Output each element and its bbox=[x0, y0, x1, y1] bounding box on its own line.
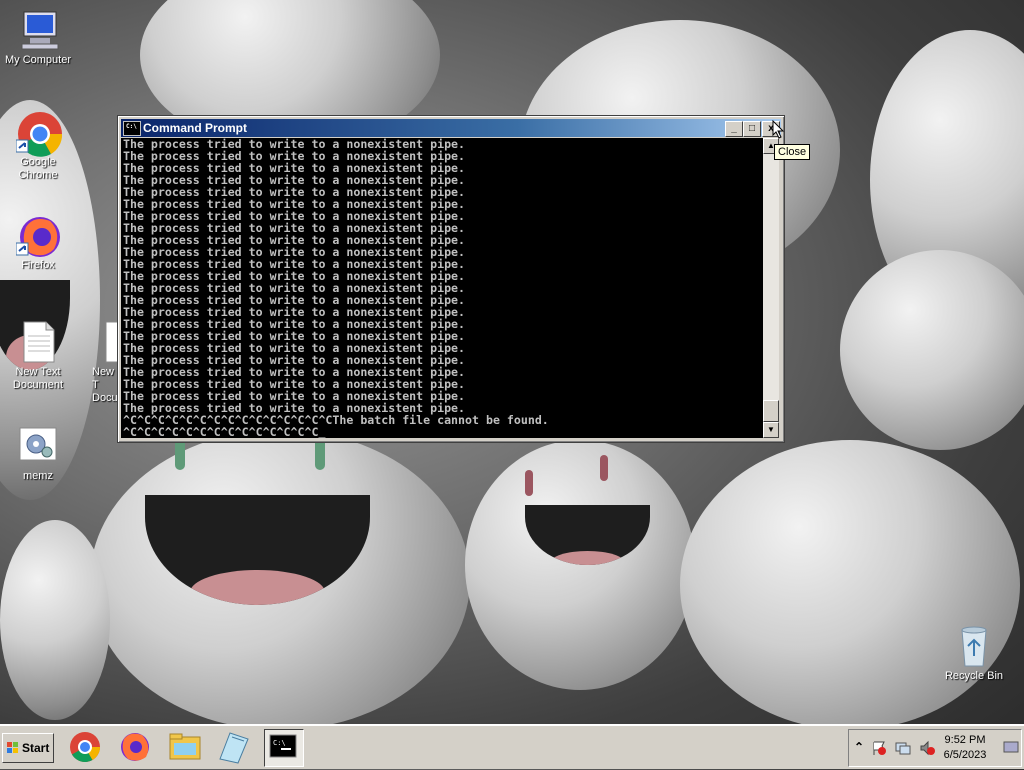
close-tooltip: Close bbox=[774, 144, 811, 160]
taskbar-firefox-icon[interactable] bbox=[116, 729, 154, 765]
minimize-button[interactable]: _ bbox=[725, 121, 743, 137]
start-button[interactable]: Start bbox=[2, 733, 54, 763]
recycle-bin-icon bbox=[952, 624, 996, 668]
window-titlebar[interactable]: C:\ Command Prompt _ □ x bbox=[121, 119, 781, 137]
vertical-scrollbar[interactable]: ▲ ▼ bbox=[763, 138, 779, 438]
maximize-button[interactable]: □ bbox=[743, 121, 761, 137]
taskbar-cmd-button[interactable]: C:\ bbox=[264, 729, 304, 767]
clock-date: 6/5/2023 bbox=[943, 749, 987, 761]
desktop-icon-new-text-document-2[interactable]: New T Docum bbox=[82, 320, 122, 405]
command-prompt-window[interactable]: C:\ Command Prompt _ □ x The process tri… bbox=[117, 115, 785, 443]
windows-logo-icon bbox=[7, 742, 18, 753]
computer-icon bbox=[16, 8, 60, 52]
window-title: Command Prompt bbox=[143, 121, 248, 135]
desktop-icon-firefox[interactable]: Firefox bbox=[0, 213, 76, 272]
text-document-icon bbox=[16, 320, 60, 364]
firefox-icon bbox=[15, 213, 60, 257]
taskbar-folder-icon[interactable] bbox=[166, 729, 204, 765]
cmd-icon: C:\ bbox=[269, 734, 297, 758]
show-desktop-icon[interactable] bbox=[1003, 740, 1019, 756]
desktop-icon-memz[interactable]: memz bbox=[0, 424, 76, 483]
action-center-flag-icon[interactable] bbox=[871, 740, 887, 756]
taskbar-chrome-icon[interactable] bbox=[66, 729, 104, 765]
network-icon[interactable] bbox=[895, 740, 911, 756]
cmd-icon: C:\ bbox=[123, 121, 141, 136]
clock-time: 9:52 PM bbox=[944, 734, 986, 746]
system-tray: ⌃ 9:52 PM 6/5/2023 bbox=[848, 729, 1022, 767]
batch-file-icon bbox=[16, 424, 60, 468]
mouse-cursor-icon bbox=[772, 120, 785, 139]
clock[interactable]: 9:52 PM 6/5/2023 bbox=[935, 733, 995, 763]
desktop-icon-new-text-document[interactable]: New Text Document bbox=[0, 320, 76, 392]
text-cursor: _ bbox=[318, 425, 326, 438]
volume-muted-icon[interactable] bbox=[919, 740, 935, 756]
show-hidden-icons-icon[interactable]: ⌃ bbox=[854, 740, 864, 754]
taskbar-notepad-icon[interactable] bbox=[214, 729, 252, 765]
chrome-icon bbox=[15, 110, 63, 157]
desktop-icon-recycle-bin[interactable]: Recycle Bin bbox=[936, 624, 1012, 683]
svg-text:C:\: C:\ bbox=[273, 739, 286, 747]
scroll-thumb[interactable] bbox=[763, 400, 779, 422]
desktop-icon-my-computer[interactable]: My Computer bbox=[0, 8, 76, 67]
console-output[interactable]: The process tried to write to a nonexist… bbox=[121, 138, 765, 438]
scroll-down-button[interactable]: ▼ bbox=[763, 422, 779, 438]
desktop-icon-google-chrome[interactable]: Google Chrome bbox=[0, 110, 76, 182]
console-line: ^C^C^C^C^C^C^C^C^C^C^C^C^C^C_ bbox=[123, 425, 326, 438]
taskbar: Start C:\ ⌃ 9:52 PM 6/5/2023 bbox=[0, 724, 1024, 769]
